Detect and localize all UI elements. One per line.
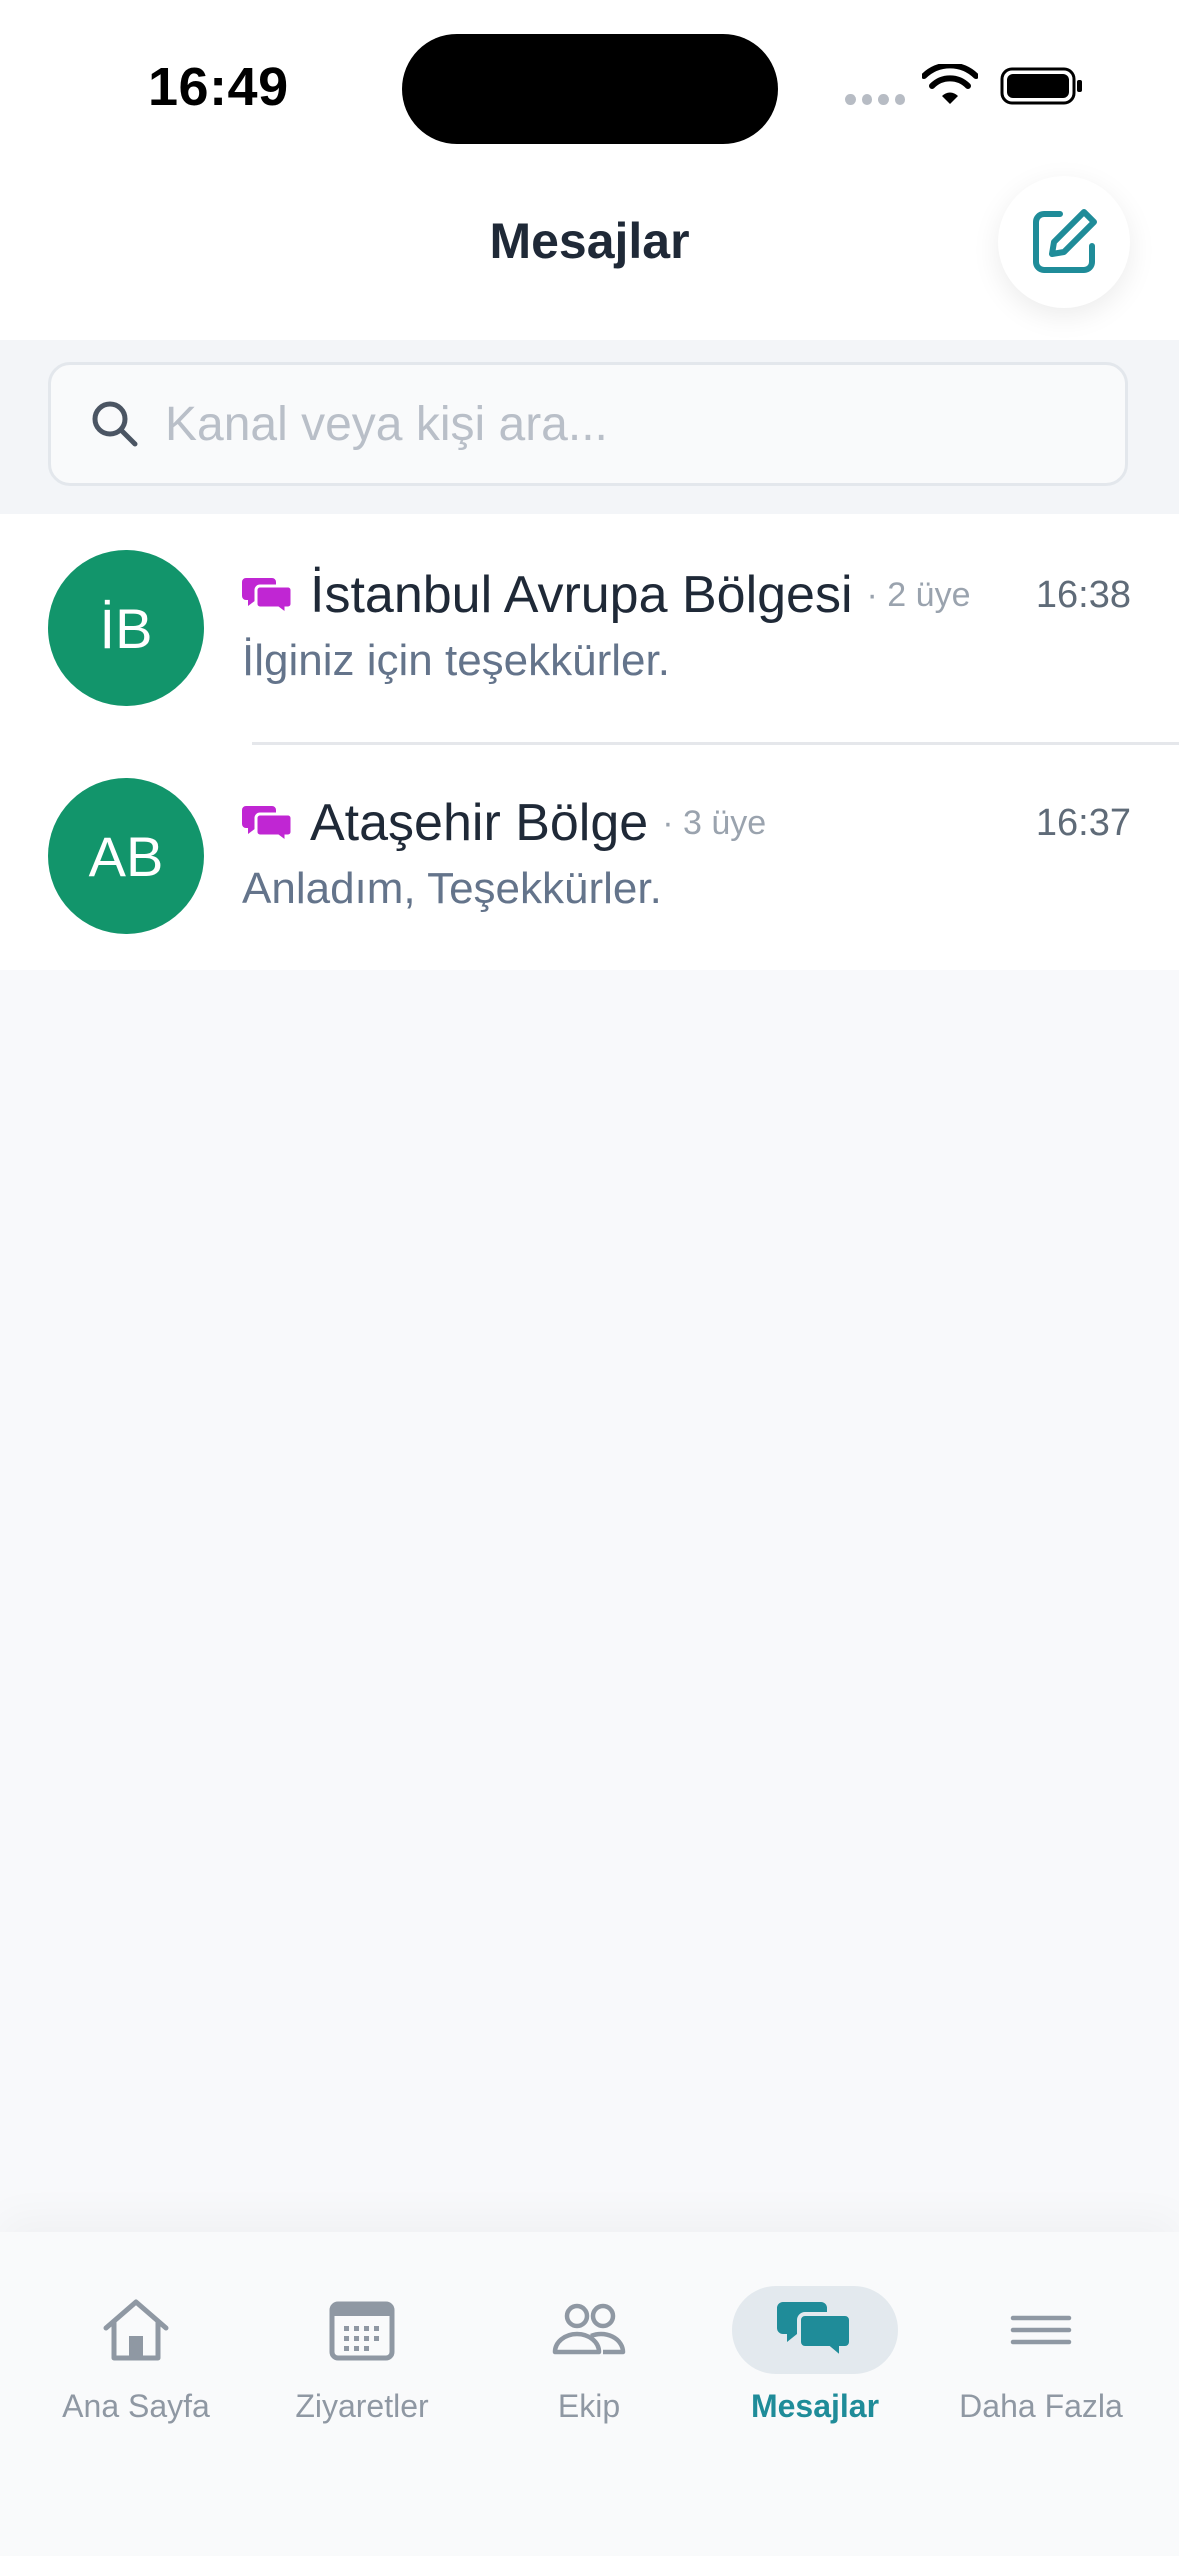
chat-time: 16:37 bbox=[1035, 801, 1131, 844]
search-input[interactable] bbox=[165, 365, 1125, 483]
cellular-signal-icon bbox=[845, 94, 905, 106]
chat-title-row: Ataşehir Bölge · 3 üye 16:37 bbox=[242, 788, 1131, 858]
member-count: · 3 üye bbox=[662, 803, 767, 842]
avatar: AB bbox=[48, 778, 204, 934]
battery-icon bbox=[1000, 67, 1082, 105]
chat-title: Ataşehir Bölge bbox=[310, 794, 649, 852]
tab-bar: Ana Sayfa Ziyaretler Ekip Mesajlar Daha … bbox=[0, 2232, 1179, 2556]
tab-daha-fazla[interactable]: Daha Fazla bbox=[931, 2260, 1151, 2450]
compose-button[interactable] bbox=[998, 176, 1130, 308]
chat-time: 16:38 bbox=[1035, 573, 1131, 616]
tab-label: Ziyaretler bbox=[295, 2388, 429, 2424]
dynamic-island bbox=[402, 34, 778, 144]
home-icon bbox=[103, 2299, 169, 2361]
chat-preview: İlginiz için teşekkürler. bbox=[242, 636, 670, 685]
chat-list: İB İstanbul Avrupa Bölgesi · 2 üye 16:38… bbox=[0, 514, 1179, 970]
tab-ana-sayfa[interactable]: Ana Sayfa bbox=[26, 2260, 246, 2450]
messages-icon bbox=[777, 2302, 853, 2363]
search-icon bbox=[92, 401, 138, 447]
tab-label: Ekip bbox=[557, 2388, 621, 2424]
channel-icon bbox=[242, 806, 294, 844]
tab-label: Mesajlar bbox=[750, 2388, 880, 2424]
wifi-icon bbox=[922, 64, 978, 104]
avatar: İB bbox=[48, 550, 204, 706]
team-icon bbox=[552, 2303, 626, 2355]
status-bar: 16:49 bbox=[0, 0, 1179, 176]
compose-icon bbox=[1033, 209, 1097, 273]
chat-item-atasehir[interactable]: AB Ataşehir Bölge · 3 üye 16:37 Anladım,… bbox=[0, 742, 1179, 970]
calendar-icon bbox=[329, 2301, 395, 2361]
chat-title: İstanbul Avrupa Bölgesi bbox=[310, 566, 853, 624]
tab-mesajlar[interactable]: Mesajlar bbox=[705, 2260, 925, 2450]
channel-icon bbox=[242, 578, 294, 616]
tab-ekip[interactable]: Ekip bbox=[479, 2260, 699, 2450]
tab-ziyaretler[interactable]: Ziyaretler bbox=[252, 2260, 472, 2450]
search-box[interactable] bbox=[48, 362, 1128, 486]
menu-icon bbox=[1010, 2315, 1072, 2345]
tab-label: Daha Fazla bbox=[959, 2388, 1123, 2424]
status-time: 16:49 bbox=[148, 57, 289, 117]
tab-label: Ana Sayfa bbox=[62, 2388, 210, 2424]
chat-item-istanbul-avrupa[interactable]: İB İstanbul Avrupa Bölgesi · 2 üye 16:38… bbox=[0, 514, 1179, 742]
member-count: · 2 üye bbox=[866, 575, 971, 614]
search-area bbox=[0, 340, 1179, 514]
page-header: Mesajlar bbox=[0, 176, 1179, 340]
chat-preview: Anladım, Teşekkürler. bbox=[242, 864, 662, 913]
chat-title-row: İstanbul Avrupa Bölgesi · 2 üye 16:38 bbox=[242, 560, 1131, 630]
